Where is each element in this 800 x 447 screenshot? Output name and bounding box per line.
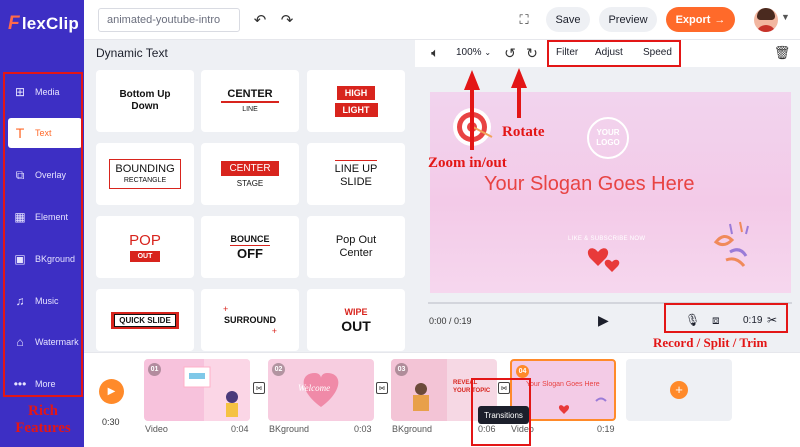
- clip-duration-label: 0:03: [354, 424, 372, 434]
- timeline-total-duration: 0:30: [102, 417, 120, 427]
- clip-duration-label: 0:04: [231, 424, 249, 434]
- clip-type-label: BKground: [392, 424, 433, 434]
- clip-type-label: BKground: [269, 424, 310, 434]
- zoom-arrow: [464, 70, 480, 150]
- clip-duration-label: 0:19: [597, 424, 615, 434]
- record-split-trim-annotation: Record / Split / Trim: [653, 335, 768, 350]
- clip-number-badge: 01: [148, 363, 161, 376]
- transition-icon[interactable]: ⋈: [376, 382, 388, 394]
- plus-icon: +: [670, 381, 688, 399]
- timeline-clip-01[interactable]: 01: [144, 359, 250, 421]
- zoom-annotation: Zoom in/out: [428, 155, 507, 171]
- add-clip-button[interactable]: +: [626, 359, 732, 421]
- clip-thumb-text: Welcome: [298, 383, 331, 393]
- clip-number-badge: 03: [395, 363, 408, 376]
- rotate-arrow: [511, 68, 527, 118]
- clip-type-label: Video: [145, 424, 168, 434]
- timeline-clip-02[interactable]: Welcome 02: [268, 359, 374, 421]
- transitions-tooltip: Transitions: [478, 406, 529, 424]
- rotate-annotation: Rotate: [502, 124, 545, 140]
- transition-icon[interactable]: ⋈: [253, 382, 265, 394]
- clip-number-badge: 02: [272, 363, 285, 376]
- timeline-play-button[interactable]: ▶: [99, 379, 124, 404]
- clip-number-badge: 04: [516, 365, 529, 378]
